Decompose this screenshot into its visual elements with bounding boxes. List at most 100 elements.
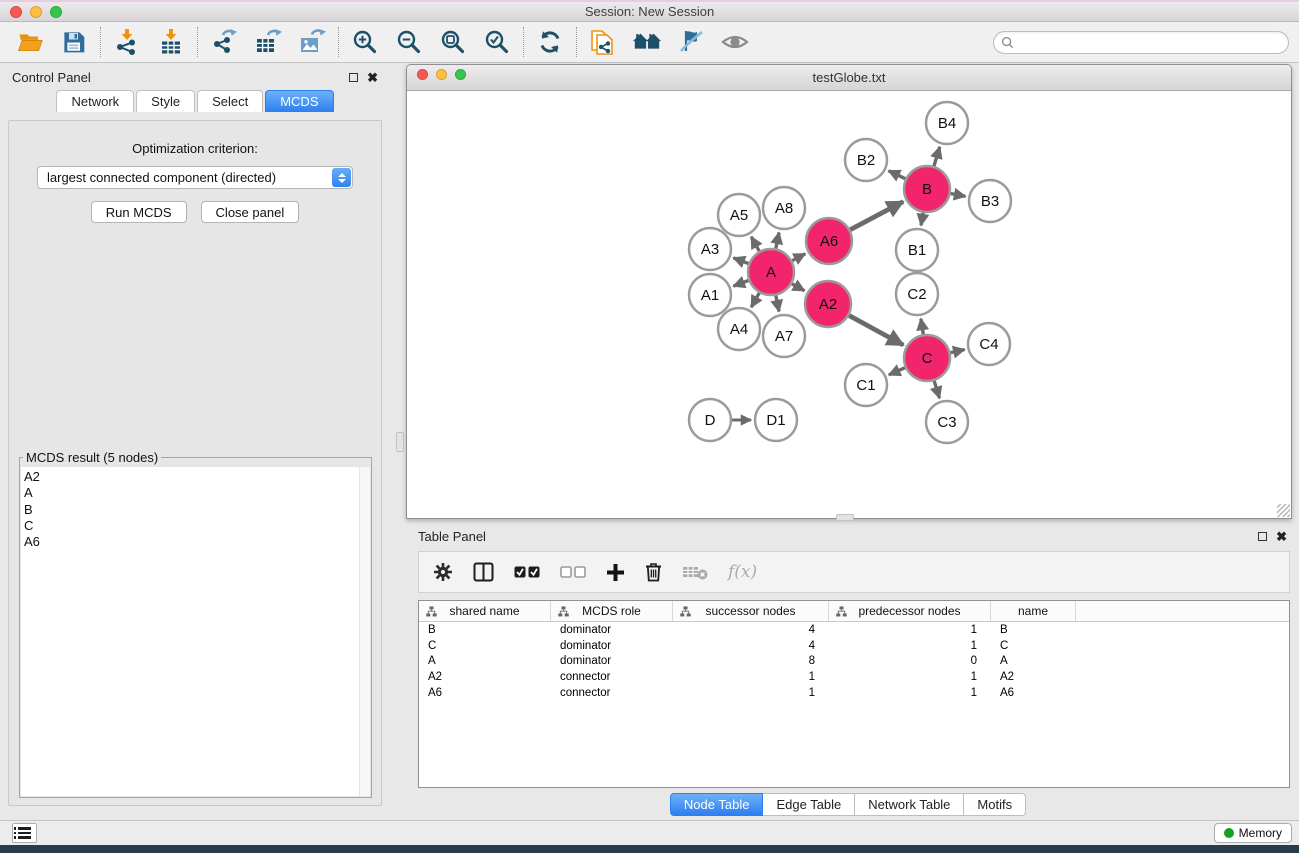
table-row[interactable]: A2connector11A2 [419, 669, 1289, 685]
node-A7[interactable]: A7 [763, 315, 805, 357]
network-zoom-button[interactable] [455, 69, 466, 80]
table-options-gear-icon[interactable] [433, 562, 453, 582]
refresh-icon[interactable] [535, 27, 565, 57]
delete-column-trash-icon[interactable] [645, 562, 662, 582]
criterion-select[interactable]: largest connected component (directed) [37, 166, 353, 189]
search-field[interactable] [993, 31, 1289, 54]
node-A6[interactable]: A6 [806, 218, 852, 264]
close-window-button[interactable] [10, 6, 22, 18]
duplicate-network-icon[interactable] [588, 27, 618, 57]
column-header-successor-nodes[interactable]: successor nodes [673, 601, 829, 621]
edge-A2-C[interactable] [849, 315, 903, 345]
edge-A-A6[interactable] [792, 254, 805, 261]
edge-B-B3[interactable] [951, 193, 966, 196]
zoom-out-icon[interactable] [394, 27, 424, 57]
node-B3[interactable]: B3 [969, 180, 1011, 222]
create-column-plus-icon[interactable] [606, 563, 625, 582]
import-network-icon[interactable] [112, 27, 142, 57]
network-minimize-button[interactable] [436, 69, 447, 80]
zoom-window-button[interactable] [50, 6, 62, 18]
edge-C-C1[interactable] [889, 368, 905, 375]
search-input[interactable] [1018, 36, 1288, 50]
result-item[interactable]: B [21, 502, 370, 518]
network-close-button[interactable] [417, 69, 428, 80]
node-D[interactable]: D [689, 399, 731, 441]
zoom-in-icon[interactable] [350, 27, 380, 57]
tab-network-table[interactable]: Network Table [855, 793, 964, 816]
splitter-handle-horizontal[interactable] [836, 514, 854, 521]
export-table-icon[interactable] [253, 27, 283, 57]
node-A5[interactable]: A5 [718, 194, 760, 236]
result-scrollbar[interactable] [359, 467, 370, 796]
export-image-icon[interactable] [297, 27, 327, 57]
column-header-predecessor-nodes[interactable]: predecessor nodes [829, 601, 991, 621]
edge-A-A1[interactable] [733, 280, 748, 286]
resize-grip[interactable] [1277, 504, 1290, 517]
edge-A6-B[interactable] [850, 202, 903, 230]
network-canvas[interactable]: B4B2BB3A5A8A6A3B1AA1C2A2A4A7C4CC1DD1C3 [407, 91, 1291, 518]
node-C[interactable]: C [904, 335, 950, 381]
node-C3[interactable]: C3 [926, 401, 968, 443]
close-panel-button[interactable]: Close panel [201, 201, 300, 223]
network-window-titlebar[interactable]: testGlobe.txt [407, 65, 1291, 91]
node-A4[interactable]: A4 [718, 308, 760, 350]
memory-button[interactable]: Memory [1214, 823, 1292, 843]
column-header-name[interactable]: name [991, 601, 1076, 621]
node-B[interactable]: B [904, 166, 950, 212]
edge-B-B4[interactable] [934, 147, 940, 166]
node-D1[interactable]: D1 [755, 399, 797, 441]
node-B1[interactable]: B1 [896, 229, 938, 271]
table-row[interactable]: A6connector11A6 [419, 685, 1289, 701]
node-C2[interactable]: C2 [896, 273, 938, 315]
column-header-shared-name[interactable]: shared name [419, 601, 551, 621]
node-C1[interactable]: C1 [845, 364, 887, 406]
float-table-panel-icon[interactable] [1258, 532, 1267, 541]
tab-style[interactable]: Style [136, 90, 195, 112]
splitter-handle-vertical[interactable] [396, 432, 404, 452]
edge-B-B2[interactable] [889, 171, 906, 179]
run-mcds-button[interactable]: Run MCDS [91, 201, 187, 223]
hide-selected-icon[interactable] [676, 27, 706, 57]
close-table-panel-icon[interactable]: ✖ [1276, 530, 1287, 543]
node-B4[interactable]: B4 [926, 102, 968, 144]
edge-A-A7[interactable] [776, 296, 779, 312]
tab-node-table[interactable]: Node Table [670, 793, 764, 816]
edge-A-A3[interactable] [733, 258, 748, 264]
edge-C-C2[interactable] [921, 319, 923, 335]
edge-C-C3[interactable] [934, 381, 939, 398]
select-all-icon[interactable] [514, 566, 540, 579]
node-A2[interactable]: A2 [805, 281, 851, 327]
table-row[interactable]: Adominator80A [419, 654, 1289, 670]
result-item[interactable]: A2 [21, 469, 370, 485]
table-row[interactable]: Cdominator41C [419, 638, 1289, 654]
close-panel-icon[interactable]: ✖ [367, 71, 378, 84]
show-eye-icon[interactable] [720, 27, 750, 57]
open-session-icon[interactable] [15, 27, 45, 57]
node-C4[interactable]: C4 [968, 323, 1010, 365]
result-item[interactable]: A [21, 485, 370, 501]
edge-A-A5[interactable] [751, 237, 759, 251]
zoom-fit-icon[interactable] [438, 27, 468, 57]
node-A[interactable]: A [748, 249, 794, 295]
edge-A-A8[interactable] [776, 232, 779, 248]
node-B2[interactable]: B2 [845, 139, 887, 181]
import-table-icon[interactable] [156, 27, 186, 57]
float-panel-icon[interactable] [349, 73, 358, 82]
task-history-button[interactable] [12, 823, 37, 843]
node-A3[interactable]: A3 [689, 228, 731, 270]
table-row[interactable]: Bdominator41B [419, 622, 1289, 638]
edge-B-B1[interactable] [921, 213, 923, 226]
tab-select[interactable]: Select [197, 90, 263, 112]
tab-network[interactable]: Network [56, 90, 134, 112]
export-network-icon[interactable] [209, 27, 239, 57]
save-session-icon[interactable] [59, 27, 89, 57]
show-columns-icon[interactable] [473, 562, 494, 582]
home-icon[interactable] [632, 27, 662, 57]
tab-motifs[interactable]: Motifs [964, 793, 1026, 816]
minimize-window-button[interactable] [30, 6, 42, 18]
result-item[interactable]: A6 [21, 534, 370, 550]
tab-edge-table[interactable]: Edge Table [763, 793, 855, 816]
zoom-selected-icon[interactable] [482, 27, 512, 57]
edge-A-A2[interactable] [792, 284, 805, 291]
node-A8[interactable]: A8 [763, 187, 805, 229]
